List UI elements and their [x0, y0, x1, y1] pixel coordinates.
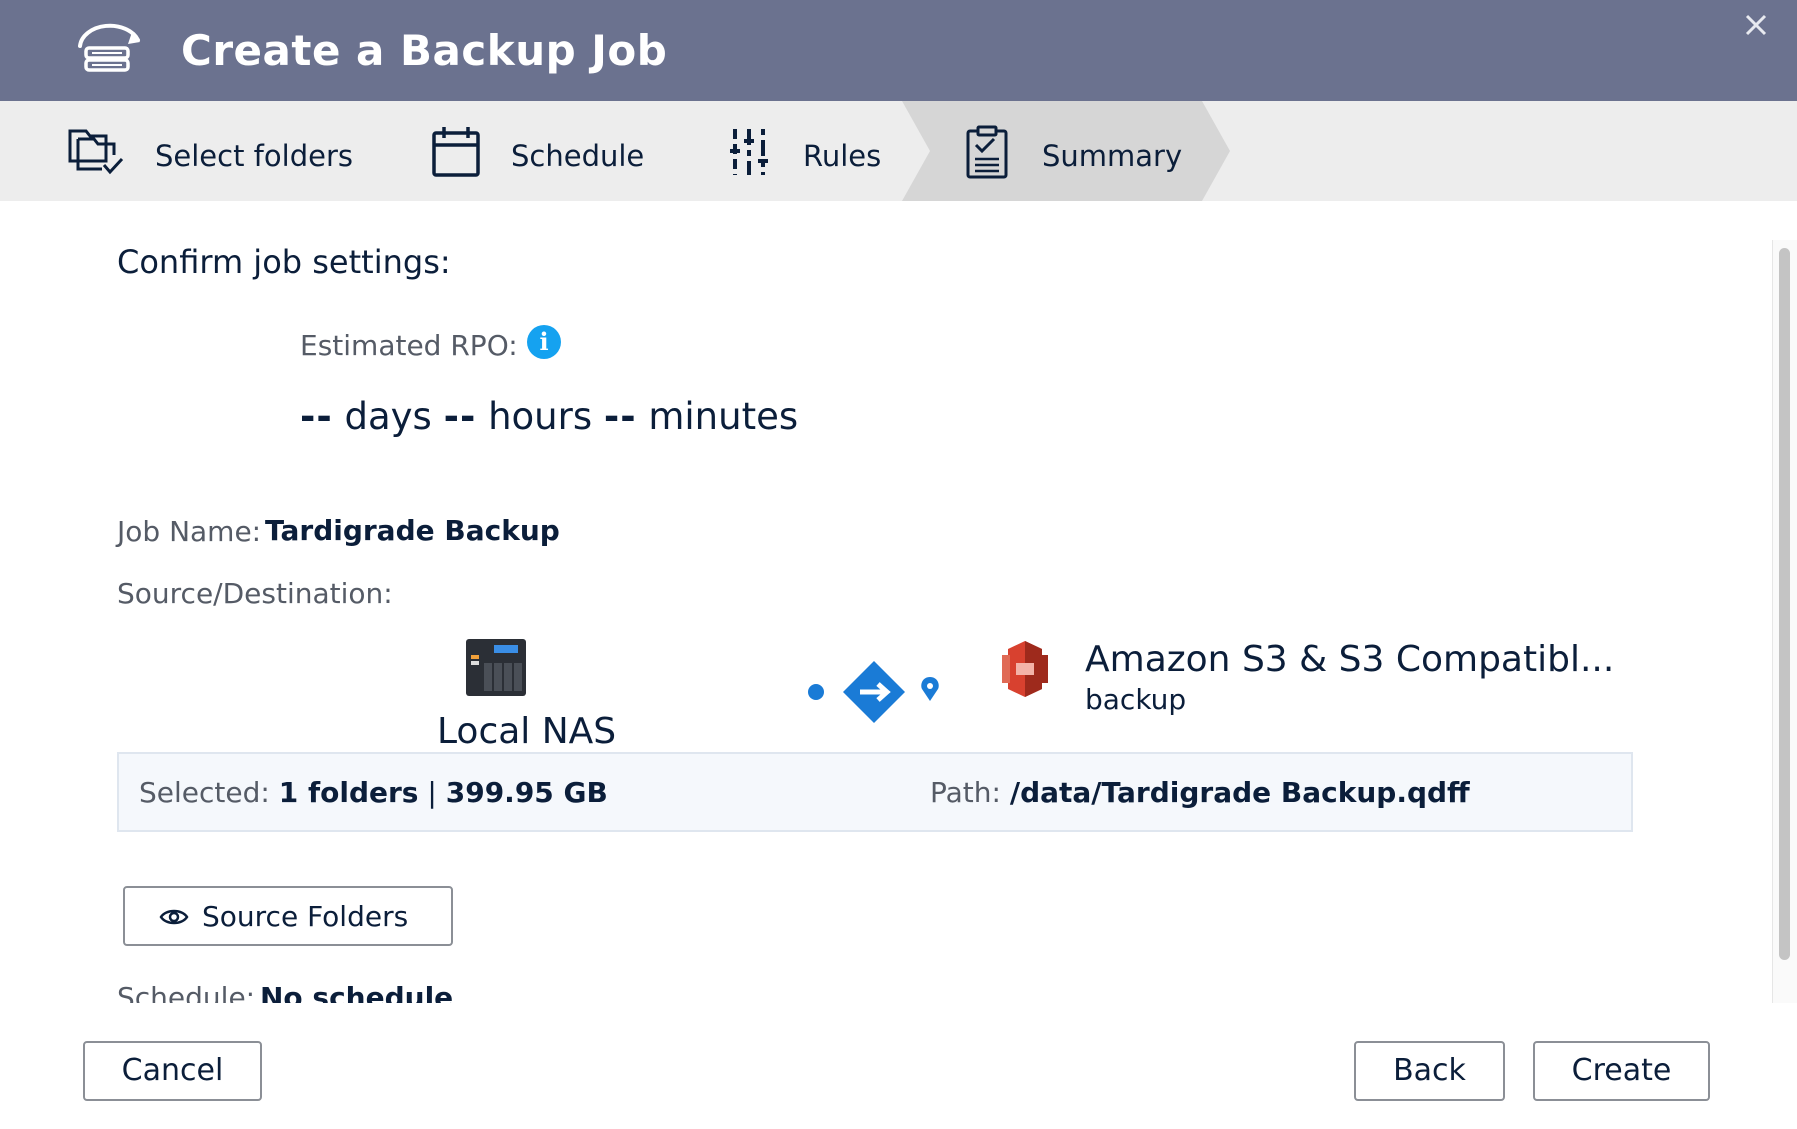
- create-backup-job-dialog: Create a Backup Job Select folders Sched…: [0, 0, 1797, 1129]
- clipboard-check-icon: [966, 125, 1008, 179]
- step-rules[interactable]: Rules: [720, 101, 900, 201]
- selected-folders: 1 folders: [278, 776, 419, 809]
- step-label: Summary: [1042, 139, 1183, 173]
- rpo-days-unit: days: [344, 395, 432, 438]
- rpo-days-value: --: [300, 395, 333, 438]
- cancel-button[interactable]: Cancel: [83, 1041, 262, 1101]
- job-name-label: Job Name:: [117, 515, 262, 548]
- rpo-hours-unit: hours: [488, 395, 593, 438]
- path-value: /data/Tardigrade Backup.qdff: [1009, 776, 1470, 809]
- calendar-icon: [432, 127, 480, 177]
- create-button[interactable]: Create: [1533, 1041, 1710, 1101]
- transfer-arrow-icon: [808, 661, 939, 723]
- dialog-header: Create a Backup Job: [0, 0, 1797, 101]
- dialog-title: Create a Backup Job: [181, 26, 668, 75]
- job-name-value: Tardigrade Backup: [265, 514, 560, 547]
- close-icon[interactable]: [1741, 10, 1771, 40]
- info-icon[interactable]: i: [527, 325, 561, 359]
- step-schedule[interactable]: Schedule: [420, 101, 680, 201]
- backup-job-icon: [78, 23, 140, 72]
- step-select-folders[interactable]: Select folders: [0, 101, 380, 201]
- wizard-steps: Select folders Schedule Rules Summary: [0, 101, 1797, 201]
- rpo-value: -- days -- hours -- minutes: [300, 395, 798, 438]
- scrollbar[interactable]: [1772, 240, 1797, 1003]
- schedule-label: Schedule:: [117, 981, 256, 1003]
- rpo-minutes-unit: minutes: [648, 395, 799, 438]
- selected-label: Selected:: [139, 776, 270, 809]
- rpo-label: Estimated RPO:: [300, 329, 518, 362]
- step-label: Select folders: [155, 139, 353, 173]
- schedule-value: No schedule: [260, 981, 454, 1003]
- destination-bucket: backup: [1085, 683, 1187, 716]
- sliders-icon: [730, 129, 768, 175]
- rpo-hours-value: --: [443, 395, 477, 438]
- amazon-s3-icon: [1002, 641, 1048, 697]
- eye-icon: [159, 909, 189, 925]
- selected-size: 399.95 GB: [445, 776, 608, 809]
- rpo-minutes-value: --: [603, 395, 637, 438]
- step-summary[interactable]: Summary: [950, 101, 1210, 201]
- source-folders-label: Source Folders: [202, 900, 409, 933]
- nas-icon: [466, 639, 526, 696]
- path-label: Path:: [930, 776, 1001, 809]
- summary-content: Confirm job settings: Estimated RPO: i -…: [0, 201, 1772, 1003]
- step-label: Rules: [803, 139, 882, 173]
- selection-summary: Selected: 1 folders | 399.95 GB Path: /d…: [117, 752, 1633, 832]
- folders-check-icon: [68, 129, 124, 175]
- source-folders-button[interactable]: Source Folders: [123, 886, 453, 946]
- source-destination-label: Source/Destination:: [117, 577, 393, 610]
- scrollbar-thumb[interactable]: [1779, 248, 1790, 960]
- selected-info: Selected: 1 folders | 399.95 GB: [139, 776, 608, 809]
- selected-separator: |: [427, 776, 437, 809]
- path-info: Path: /data/Tardigrade Backup.qdff: [930, 776, 1470, 809]
- destination-name: Amazon S3 & S3 Compatibl...: [1085, 639, 1615, 680]
- confirm-heading: Confirm job settings:: [117, 243, 451, 281]
- back-button[interactable]: Back: [1354, 1041, 1505, 1101]
- source-name: Local NAS: [437, 711, 617, 752]
- step-label: Schedule: [511, 139, 645, 173]
